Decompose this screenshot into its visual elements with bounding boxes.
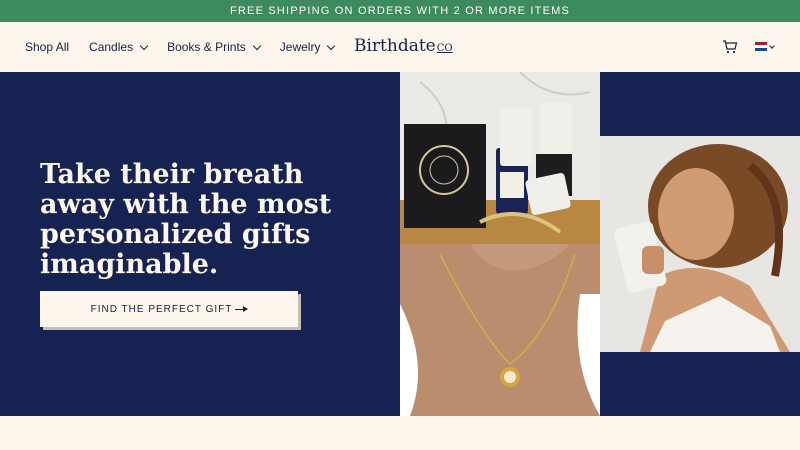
announcement-bar: FREE SHIPPING ON ORDERS WITH 2 OR MORE I… [0,0,800,22]
nav-shop-all[interactable]: Shop All [25,40,69,54]
brand-name: Birthdate [354,36,436,56]
woman-candle-image [600,136,800,352]
brand-logo[interactable]: BirthdateCO [354,36,453,56]
chevron-down-icon [139,41,149,50]
arrow-right-icon [235,305,249,312]
nav-label: Shop All [25,40,70,54]
cta-label: FIND THE PERFECT GIFT [90,303,233,315]
brand-suffix: CO [436,43,453,54]
main-nav: Shop All Candles Books & Prints Jewelry [25,40,354,54]
nav-candles[interactable]: Candles [89,40,149,54]
netherlands-flag-icon[interactable] [755,42,767,51]
page-bottom-strip [0,416,800,450]
chevron-down-icon [252,41,262,50]
nav-label: Jewelry [279,40,321,54]
candles-product-image [400,72,600,244]
site-header: Shop All Candles Books & Prints Jewelry … [0,22,800,72]
chevron-down-icon [327,41,336,50]
nav-jewelry[interactable]: Jewelry [279,40,336,54]
necklace-model-image [400,244,600,416]
hero-headline: Take their breath away with the most per… [40,159,332,280]
cart-icon[interactable] [722,39,738,55]
find-gift-button[interactable]: FIND THE PERFECT GIFT [40,291,298,327]
nav-label: Candles [89,40,134,54]
announcement-text: FREE SHIPPING ON ORDERS WITH 2 OR MORE I… [229,5,571,17]
nav-label: Books & Prints [167,40,246,54]
nav-books-prints[interactable]: Books & Prints [167,40,262,54]
chevron-down-icon[interactable] [769,43,775,49]
